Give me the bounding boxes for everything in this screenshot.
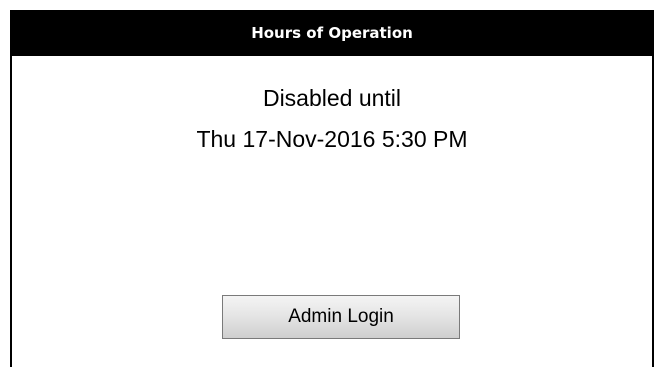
status-text: Disabled until (262, 85, 402, 111)
hours-of-operation-panel: Hours of Operation Disabled until Thu 17… (10, 10, 654, 367)
admin-login-button[interactable]: Admin Login (222, 295, 460, 339)
disabled-until-datetime: Thu 17-Nov-2016 5:30 PM (196, 126, 468, 152)
panel-header: Hours of Operation (10, 10, 654, 56)
